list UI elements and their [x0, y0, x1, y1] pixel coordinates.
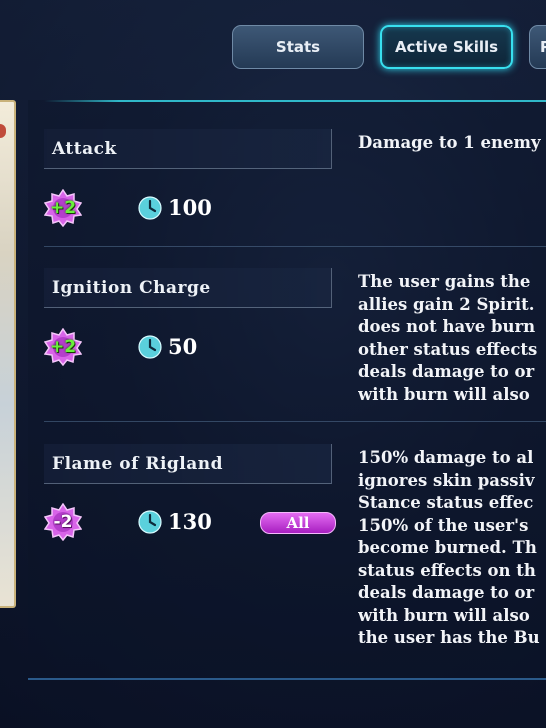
spirit-value: -2: [53, 512, 73, 532]
spirit-gain-icon: +2: [43, 327, 83, 367]
tab-passive-skills[interactable]: P: [529, 25, 546, 69]
tab-active-skills[interactable]: Active Skills: [380, 25, 513, 69]
skill-description: Damage to 1 enemy: [358, 133, 541, 152]
cooldown-value: 100: [168, 195, 212, 220]
spirit-gain-icon: +2: [43, 188, 83, 228]
clock-icon: [138, 510, 162, 534]
panel-bottom-divider: [28, 678, 546, 680]
target-badge: All: [260, 512, 336, 534]
spirit-cost-icon: -2: [43, 502, 83, 542]
cooldown-value: 130: [168, 509, 212, 534]
cooldown-value: 50: [168, 334, 198, 359]
portrait-emblem: [0, 124, 6, 138]
panel-top-divider: [44, 100, 546, 102]
spirit-value: +2: [49, 337, 77, 357]
skill-name-ignition-charge: Ignition Charge: [44, 268, 332, 308]
skill-divider: [44, 246, 546, 247]
skill-name-attack: Attack: [44, 129, 332, 169]
character-portrait-edge: [0, 100, 16, 608]
skill-divider: [44, 421, 546, 422]
skill-description: The user gains the allies gain 2 Spirit.…: [358, 272, 538, 404]
clock-icon: [138, 196, 162, 220]
tab-stats[interactable]: Stats: [232, 25, 364, 69]
skill-name-flame-of-rigland: Flame of Rigland: [44, 444, 332, 484]
clock-icon: [138, 335, 162, 359]
skill-description: 150% damage to al ignores skin passiv St…: [358, 448, 540, 647]
spirit-value: +2: [49, 198, 77, 218]
